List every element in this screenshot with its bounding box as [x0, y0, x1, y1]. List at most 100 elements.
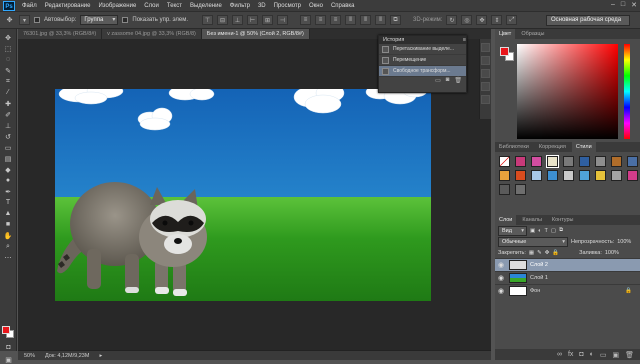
style-swatch[interactable]: [546, 155, 559, 168]
menu-layers[interactable]: Слои: [140, 3, 163, 9]
quick-select-icon[interactable]: ✎: [3, 66, 14, 75]
fx-icon[interactable]: fx: [568, 351, 573, 358]
align-right-icon[interactable]: ⊣: [277, 15, 289, 25]
style-swatch[interactable]: [627, 156, 638, 167]
adjustment-layer-icon[interactable]: ◐: [590, 351, 594, 358]
filter-adjust-icon[interactable]: ◐: [538, 228, 541, 234]
properties-dock-icon[interactable]: [481, 56, 490, 65]
distribute-bottom-icon[interactable]: ≡: [330, 15, 342, 25]
distribute-right-icon[interactable]: ⦀: [375, 15, 387, 25]
history-item[interactable]: Перетаскивание выделе...: [379, 44, 466, 55]
move-tool-icon[interactable]: ✥: [4, 16, 15, 25]
shape-icon[interactable]: ■: [3, 220, 14, 229]
menu-window[interactable]: Окно: [305, 3, 327, 9]
zoom-level[interactable]: 50%: [24, 353, 35, 359]
distribute-vcenter-icon[interactable]: ≡: [315, 15, 327, 25]
new-layer-icon[interactable]: ▣: [612, 351, 619, 359]
type-icon[interactable]: T: [3, 198, 14, 207]
minimize-icon[interactable]: –: [611, 1, 615, 9]
lasso-icon[interactable]: ◌: [3, 55, 14, 64]
filter-shape-icon[interactable]: ▢: [551, 228, 556, 234]
document-canvas[interactable]: [55, 89, 431, 301]
align-hcenter-icon[interactable]: ⊞: [262, 15, 274, 25]
delete-layer-icon[interactable]: 🗑: [625, 351, 634, 359]
style-swatch[interactable]: [531, 170, 542, 181]
distribute-left-icon[interactable]: ⦀: [345, 15, 357, 25]
style-swatch[interactable]: [499, 184, 510, 195]
tool-preset-icon[interactable]: ▾: [19, 15, 30, 25]
tab-channels[interactable]: Каналы: [518, 215, 546, 225]
align-left-icon[interactable]: ⊢: [247, 15, 259, 25]
lock-all-icon[interactable]: 🔒: [552, 250, 559, 256]
crop-icon[interactable]: ⌗: [3, 77, 14, 86]
style-swatch[interactable]: [595, 170, 606, 181]
visibility-eye-icon[interactable]: ◉: [498, 287, 506, 295]
history-brush-icon[interactable]: ↺: [3, 132, 14, 141]
character-dock-icon[interactable]: [481, 95, 490, 104]
filter-smart-icon[interactable]: ⧉: [559, 227, 563, 234]
fill-value[interactable]: 100%: [605, 250, 619, 256]
menu-select[interactable]: Выделение: [186, 3, 226, 9]
tab-doc-2[interactable]: v zassome 04.jpg @ 33,3% (RGB/8): [102, 29, 202, 39]
menu-view[interactable]: Просмотр: [270, 3, 305, 9]
style-swatch[interactable]: [499, 156, 510, 167]
close-icon[interactable]: ✕: [631, 1, 637, 9]
eraser-icon[interactable]: ▭: [3, 143, 14, 152]
snapshot-icon[interactable]: ◙: [446, 77, 450, 85]
panel-menu-icon[interactable]: ≡: [463, 36, 466, 44]
visibility-eye-icon[interactable]: ◉: [498, 261, 506, 269]
tab-doc-3[interactable]: Без имени-1 @ 50% (Слой 2, RGB/8#): [201, 29, 310, 39]
style-swatch[interactable]: [515, 184, 526, 195]
style-swatch[interactable]: [627, 170, 638, 181]
visibility-eye-icon[interactable]: ◉: [498, 274, 506, 282]
history-title[interactable]: История: [383, 36, 404, 44]
style-swatch[interactable]: [579, 156, 590, 167]
blur-icon[interactable]: ◆: [3, 165, 14, 174]
menu-file[interactable]: Файл: [18, 3, 41, 9]
tab-color[interactable]: Цвет: [495, 29, 516, 39]
align-bottom-icon[interactable]: ⊥: [232, 15, 244, 25]
style-swatch[interactable]: [547, 170, 558, 181]
show-controls-checkbox[interactable]: [122, 17, 129, 23]
quick-mask-icon[interactable]: ◘: [3, 343, 14, 352]
gradient-icon[interactable]: ▤: [3, 154, 14, 163]
style-swatch[interactable]: [611, 170, 622, 181]
align-vcenter-icon[interactable]: ⊟: [217, 15, 229, 25]
distribute-top-icon[interactable]: ≡: [300, 15, 312, 25]
marquee-icon[interactable]: ⬚: [3, 44, 14, 53]
style-swatch[interactable]: [515, 156, 526, 167]
menu-image[interactable]: Изображение: [94, 3, 140, 9]
new-group-icon[interactable]: ▭: [600, 351, 607, 359]
distribute-hcenter-icon[interactable]: ⦀: [360, 15, 372, 25]
3d-roll-icon[interactable]: ◎: [461, 15, 473, 25]
style-swatch[interactable]: [531, 156, 542, 167]
history-dock-icon[interactable]: [481, 43, 490, 52]
style-swatch[interactable]: [579, 170, 590, 181]
new-document-icon[interactable]: ▭: [435, 77, 441, 85]
filter-type-icon[interactable]: T: [544, 228, 547, 234]
tab-layers[interactable]: Слои: [495, 215, 517, 225]
color-picker-field[interactable]: [517, 44, 618, 139]
layer-kind-dropdown[interactable]: Вид: [498, 225, 527, 236]
healing-brush-icon[interactable]: ✚: [3, 99, 14, 108]
autoselect-dropdown[interactable]: Группа: [80, 15, 119, 25]
zoom-icon[interactable]: ⌕: [3, 242, 14, 251]
clone-stamp-icon[interactable]: ⊥: [3, 121, 14, 130]
layer-row[interactable]: ◉ Слой 1: [495, 271, 640, 284]
foreground-color-swatch[interactable]: [2, 326, 10, 334]
filter-pixel-icon[interactable]: ▣: [530, 228, 535, 234]
tab-adjustments[interactable]: Коррекция: [535, 142, 570, 152]
eyedropper-icon[interactable]: ⁄: [3, 88, 14, 97]
history-item[interactable]: Перемещение: [379, 55, 466, 66]
trash-icon[interactable]: 🗑: [454, 77, 462, 85]
3d-rotate-icon[interactable]: ↻: [446, 15, 458, 25]
layer-row[interactable]: ◉ Слой 2: [495, 258, 640, 271]
menu-3d[interactable]: 3D: [254, 3, 270, 9]
hand-icon[interactable]: ✋: [3, 231, 14, 240]
opacity-value[interactable]: 100%: [617, 239, 631, 245]
layer-row[interactable]: ◉ Фон 🔒: [495, 284, 640, 297]
extra-tools-icon[interactable]: ⋯: [3, 253, 14, 262]
tab-doc-1[interactable]: 76301.jpg @ 33,3% (RGB/8#): [18, 29, 103, 39]
style-swatch[interactable]: [563, 156, 574, 167]
lock-move-icon[interactable]: ✥: [545, 250, 550, 256]
